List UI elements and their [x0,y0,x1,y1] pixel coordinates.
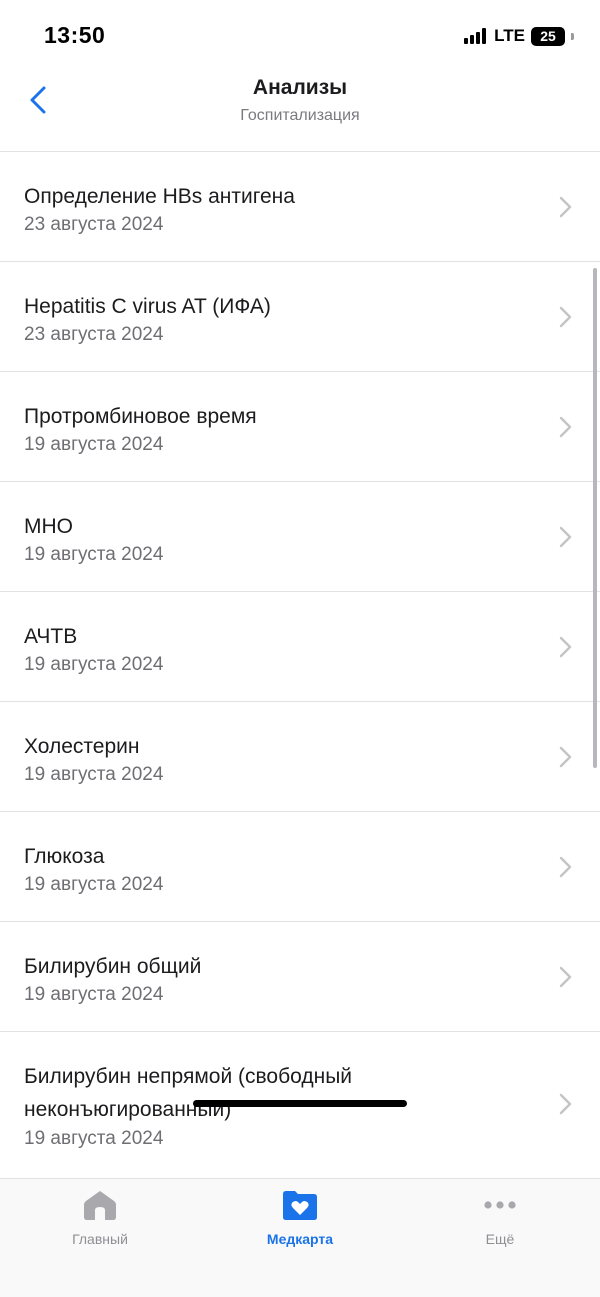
list-item[interactable]: АЧТВ 19 августа 2024 [0,592,600,702]
status-time: 13:50 [44,22,106,48]
tab-label: Ещё [485,1231,515,1247]
heart-folder-icon [283,1191,317,1220]
cellular-signal-icon [464,28,487,44]
item-date: 19 августа 2024 [24,984,164,1005]
tab-label: Главный [72,1231,128,1247]
battery-level: 25 [540,28,556,44]
item-date: 19 августа 2024 [24,544,164,565]
chevron-right-icon [559,1093,572,1115]
item-date: 19 августа 2024 [24,1128,164,1149]
item-date: 19 августа 2024 [24,434,164,455]
battery-icon: 25 [531,26,565,46]
chevron-right-icon [559,526,572,548]
chevron-right-icon [559,416,572,438]
item-title: МНО [24,515,73,538]
home-indicator[interactable] [193,1100,407,1107]
item-title: Билирубин общий [24,955,202,978]
item-title: Холестерин [24,735,140,758]
list-item[interactable]: Глюкоза 19 августа 2024 [0,812,600,922]
analyses-list: Определение HBs антигена 23 августа 2024… [0,152,600,1178]
more-dots-icon [484,1201,516,1209]
chevron-right-icon [559,636,572,658]
item-date: 23 августа 2024 [24,324,164,345]
battery-cap [571,32,574,40]
item-title: Определение HBs антигена [24,185,295,208]
chevron-right-icon [559,856,572,878]
status-bar: 13:50 LTE 25 [0,0,600,70]
page-title: Анализы [252,76,348,99]
nav-header: Анализы Госпитализация [0,70,600,152]
list-item[interactable]: Протромбиновое время 19 августа 2024 [0,372,600,482]
item-title: Протромбиновое время [24,405,257,428]
item-title: Билирубин непрямой (свободный неконъюгир… [24,1065,353,1121]
scrollbar[interactable] [593,268,597,768]
status-indicators: LTE 25 [464,24,574,48]
item-title: АЧТВ [24,625,78,648]
item-date: 19 августа 2024 [24,654,164,675]
tab-home[interactable]: Главный [0,1189,200,1259]
page-subtitle: Госпитализация [240,107,360,124]
item-title: Hepatitis C virus AT (ИФА) [24,295,271,318]
tab-label: Медкарта [266,1231,334,1247]
item-title: Глюкоза [24,845,105,868]
item-date: 19 августа 2024 [24,764,164,785]
item-date: 23 августа 2024 [24,214,164,235]
list-item[interactable]: Hepatitis C virus AT (ИФА) 23 августа 20… [0,262,600,372]
tab-more[interactable]: Ещё [400,1189,600,1259]
list-item[interactable]: Холестерин 19 августа 2024 [0,702,600,812]
chevron-right-icon [559,306,572,328]
list-item[interactable]: Определение HBs антигена 23 августа 2024 [0,152,600,262]
list-item[interactable]: Билирубин общий 19 августа 2024 [0,922,600,1032]
home-icon [84,1191,116,1220]
chevron-right-icon [559,966,572,988]
network-type: LTE [494,26,525,45]
chevron-right-icon [559,196,572,218]
item-date: 19 августа 2024 [24,874,164,895]
list-item[interactable]: МНО 19 августа 2024 [0,482,600,592]
chevron-right-icon [559,746,572,768]
tab-medcard[interactable]: Медкарта [200,1189,400,1259]
tab-bar: Главный Медкарта Ещё [0,1178,600,1297]
screen: 13:50 LTE 25 Анализы Госпитализация Опре… [0,0,600,1297]
